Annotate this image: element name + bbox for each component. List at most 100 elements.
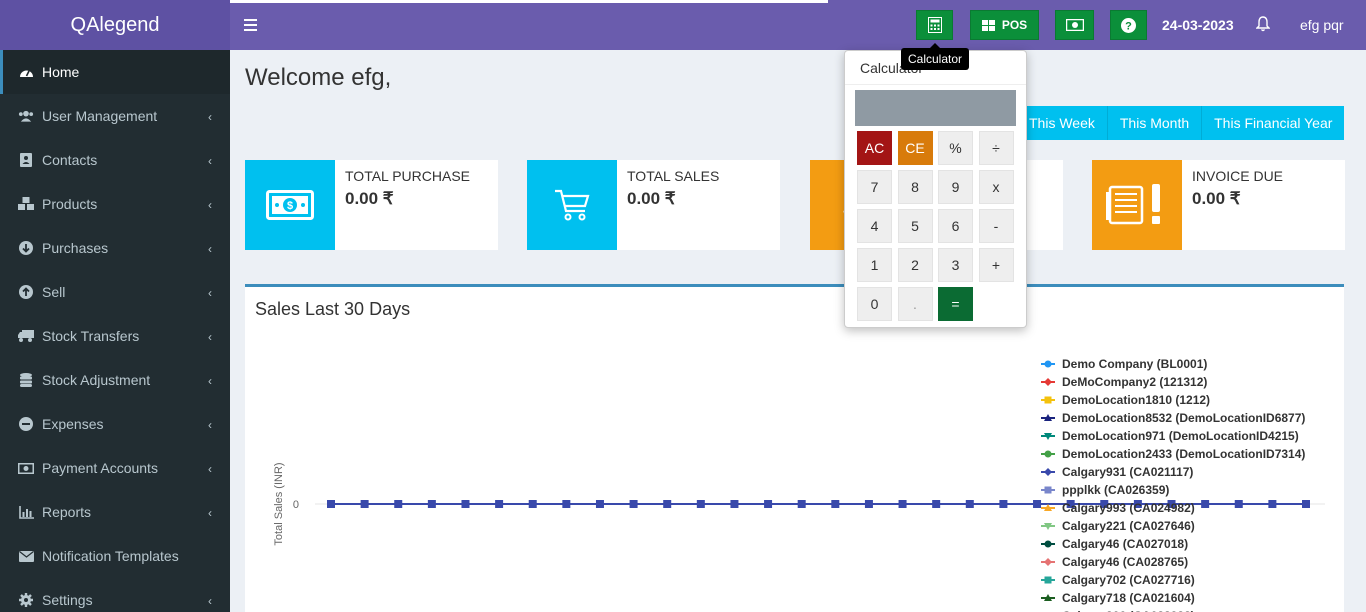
question-circle-icon: ?: [1121, 17, 1136, 33]
welcome-heading: Welcome efg,: [245, 64, 392, 91]
sidebar-item-products[interactable]: Products ‹: [0, 182, 230, 226]
legend-label: Calgary221 (CA027646): [1062, 519, 1195, 533]
sidebar-item-purchases[interactable]: Purchases ‹: [0, 226, 230, 270]
user-menu[interactable]: efg pqr: [1300, 17, 1344, 33]
arrow-circle-up-icon: [18, 284, 34, 300]
percent-key[interactable]: %: [938, 131, 973, 165]
data-point: [864, 500, 873, 508]
sidebar-item-label: Notification Templates: [42, 548, 179, 564]
legend-marker: [1044, 360, 1052, 368]
invoice-due-card: INVOICE DUE 0.00 ₹: [1092, 160, 1345, 250]
users-icon: [18, 108, 34, 124]
calculator-popup: Calculator AC CE% ÷ 7 8 9 x 4 5 6-1 2 3 +0. =: [844, 50, 1027, 328]
chevron-left-icon: ‹: [208, 418, 212, 432]
sidebar-item-label: Settings: [42, 592, 93, 608]
chevron-left-icon: ‹: [208, 242, 212, 256]
clear-entry-key[interactable]: CE: [897, 131, 933, 165]
multiply-key[interactable]: x: [978, 170, 1014, 204]
equals-key[interactable]: =: [938, 287, 973, 321]
data-point: [965, 500, 974, 508]
legend-label: ppplkk (CA026359): [1062, 483, 1169, 497]
cog-icon: [18, 592, 34, 608]
data-point: [1234, 500, 1243, 508]
digit-0-key[interactable]: 0: [857, 287, 892, 321]
data-point: [898, 500, 907, 508]
legend-label: Calgary718 (CA021604): [1062, 591, 1195, 605]
sidebar-item-settings[interactable]: Settings ‹: [0, 578, 230, 612]
digit-9-key[interactable]: 9: [938, 170, 973, 204]
sidebar-item-label: User Management: [42, 108, 158, 124]
arrow-circle-down-icon: [18, 240, 34, 256]
digit-1-key[interactable]: 1: [857, 248, 892, 282]
minus-key[interactable]: -: [978, 209, 1014, 243]
cash-register-button[interactable]: [1055, 10, 1094, 40]
brand-logo[interactable]: QAlegend: [0, 0, 230, 50]
truck-icon: [18, 328, 34, 344]
legend-marker: [1044, 576, 1052, 584]
divide-key[interactable]: ÷: [978, 131, 1014, 165]
chevron-left-icon: ‹: [208, 374, 212, 388]
sidebar-item-payment-accounts[interactable]: Payment Accounts ‹: [0, 446, 230, 490]
legend-label: DemoLocation971 (DemoLocationID4215): [1062, 429, 1299, 443]
sidebar-item-label: Home: [42, 64, 80, 80]
sidebar-item-label: Products: [42, 196, 98, 212]
money-icon: $: [245, 160, 335, 250]
dashboard-icon: [18, 64, 34, 80]
sidebar-item-expenses[interactable]: Expenses ‹: [0, 402, 230, 446]
data-point: [394, 500, 403, 508]
data-point: [696, 500, 705, 508]
all-clear-key[interactable]: AC: [857, 131, 892, 165]
chevron-left-icon: ‹: [208, 286, 212, 300]
y-axis-label: Total Sales (INR): [273, 462, 285, 545]
sidebar-item-stock-adjustment[interactable]: Stock Adjustment ‹: [0, 358, 230, 402]
card-value: 0.00 ₹: [1192, 189, 1241, 208]
help-button[interactable]: ?: [1110, 10, 1147, 40]
data-point: [764, 500, 773, 508]
sidebar-item-contacts[interactable]: Contacts ‹: [0, 138, 230, 182]
notification-bell-icon[interactable]: [1255, 16, 1271, 37]
calculator-icon: [927, 17, 942, 33]
sidebar-item-notification-templates[interactable]: Notification Templates: [0, 534, 230, 578]
sidebar-item-user-management[interactable]: User Management ‹: [0, 94, 230, 138]
sidebar-item-home[interactable]: Home: [0, 50, 230, 94]
legend-label: Calgary931 (CA021117): [1062, 465, 1193, 479]
total-purchase-card: $ TOTAL PURCHASE 0.00 ₹: [245, 160, 498, 250]
data-point: [1033, 500, 1042, 508]
this-month-button[interactable]: This Month: [1108, 106, 1203, 140]
decimal-key[interactable]: .: [897, 287, 933, 321]
sidebar-item-reports[interactable]: Reports ‹: [0, 490, 230, 534]
digit-5-key[interactable]: 5: [897, 209, 933, 243]
data-point: [1302, 500, 1310, 508]
digit-6-key[interactable]: 6: [938, 209, 973, 243]
data-point: [562, 500, 571, 508]
this-financial-year-button[interactable]: This Financial Year: [1202, 106, 1344, 140]
cubes-icon: [18, 196, 34, 212]
card-title: TOTAL PURCHASE: [345, 168, 470, 184]
data-point: [1268, 500, 1277, 508]
money-icon: [18, 460, 34, 476]
digit-3-key[interactable]: 3: [938, 248, 973, 282]
sidebar-item-label: Payment Accounts: [42, 460, 158, 476]
digit-8-key[interactable]: 8: [897, 170, 933, 204]
sidebar: Home User Management ‹ Contacts ‹ Produc…: [0, 50, 230, 612]
this-week-button[interactable]: This Week: [1017, 106, 1108, 140]
sidebar-item-sell[interactable]: Sell ‹: [0, 270, 230, 314]
calculator-button[interactable]: [916, 10, 953, 40]
plus-key[interactable]: +: [978, 248, 1014, 282]
chevron-left-icon: ‹: [208, 330, 212, 344]
sidebar-item-stock-transfers[interactable]: Stock Transfers ‹: [0, 314, 230, 358]
bar-chart-icon: [18, 504, 34, 520]
digit-4-key[interactable]: 4: [857, 209, 892, 243]
y-tick-label: 0: [293, 499, 299, 511]
legend-label: Calgary702 (CA027716): [1062, 573, 1195, 587]
legend-label: Demo Company (BL0001): [1062, 357, 1207, 371]
sidebar-item-label: Expenses: [42, 416, 104, 432]
digit-7-key[interactable]: 7: [857, 170, 892, 204]
pos-button[interactable]: POS: [970, 10, 1039, 40]
chevron-left-icon: ‹: [208, 462, 212, 476]
digit-2-key[interactable]: 2: [897, 248, 933, 282]
data-point: [663, 500, 672, 508]
card-value: 0.00 ₹: [345, 189, 394, 208]
menu-toggle-icon[interactable]: [244, 14, 260, 36]
data-point: [797, 500, 806, 508]
